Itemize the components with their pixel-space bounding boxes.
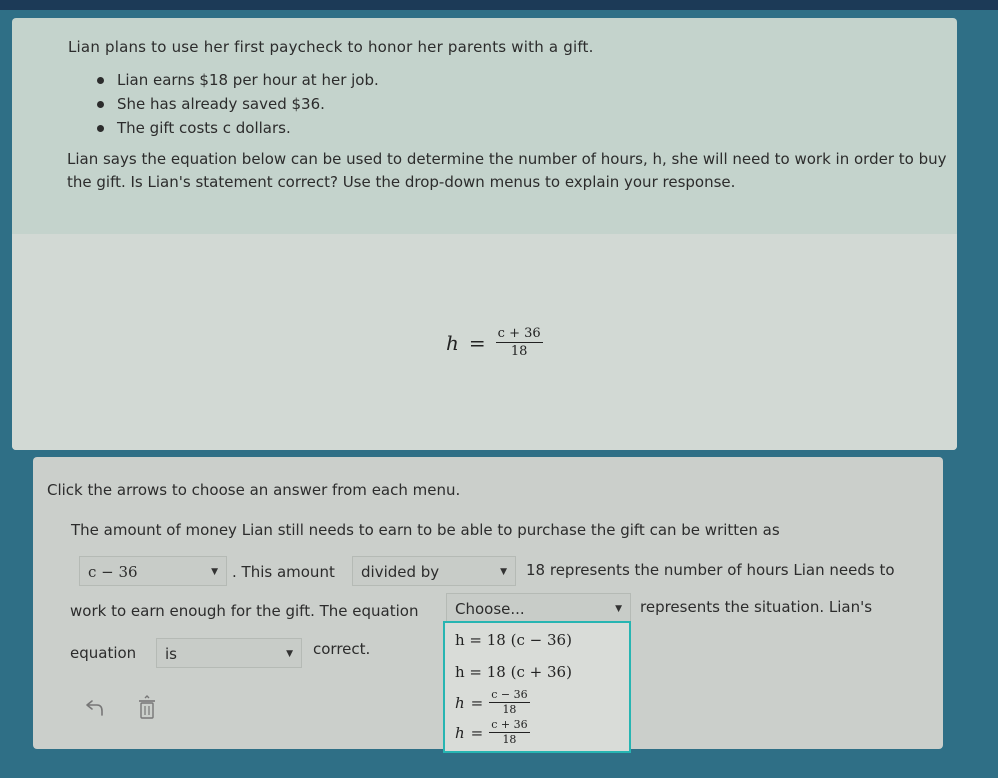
answer-text: 18 represents the number of hours Lian n… xyxy=(526,561,895,579)
option-item[interactable]: h = 18 (c − 36) xyxy=(455,631,572,649)
answer-text: . This amount xyxy=(232,563,335,581)
answer-instruction: Click the arrows to choose an answer fro… xyxy=(47,481,461,499)
operation-dropdown[interactable]: divided by ▼ xyxy=(352,556,516,586)
question-intro: Lian plans to use her first paycheck to … xyxy=(68,38,594,56)
question-card: Lian plans to use her first paycheck to … xyxy=(12,18,957,450)
correctness-dropdown[interactable]: is ▼ xyxy=(156,638,302,668)
caret-down-icon: ▼ xyxy=(615,604,622,614)
equation-panel: h = c + 36 18 xyxy=(12,234,957,450)
option-item[interactable]: h = c + 36 18 xyxy=(455,719,530,746)
equation-denominator: 18 xyxy=(510,344,528,359)
answer-text: represents the situation. Lian's xyxy=(640,598,873,616)
option-item[interactable]: h = 18 (c + 36) xyxy=(455,663,572,681)
answer-line-1: The amount of money Lian still needs to … xyxy=(71,521,780,539)
equation-lhs: h xyxy=(446,330,459,355)
equation-options-list: h = 18 (c − 36) h = 18 (c + 36) h = c − … xyxy=(443,621,631,753)
equation-numerator: c + 36 xyxy=(495,326,543,343)
caret-down-icon: ▼ xyxy=(286,649,293,659)
answer-text: correct. xyxy=(313,640,371,658)
caret-down-icon: ▼ xyxy=(500,567,507,577)
equation-dropdown[interactable]: Choose... ▼ xyxy=(446,593,631,623)
trash-icon[interactable] xyxy=(137,695,157,725)
top-bar xyxy=(0,0,998,10)
equation-fraction: c + 36 18 xyxy=(495,326,543,359)
dropdown-value: is xyxy=(165,645,177,663)
question-prompt: Lian says the equation below can be used… xyxy=(67,150,947,191)
equation-equals: = xyxy=(468,330,486,355)
option-item[interactable]: h = c − 36 18 xyxy=(455,689,530,716)
dropdown-value: Choose... xyxy=(455,600,525,618)
answer-text: equation xyxy=(70,644,137,662)
caret-down-icon: ▼ xyxy=(211,567,218,577)
list-item: The gift costs c dollars. xyxy=(97,116,379,140)
dropdown-value: divided by xyxy=(361,563,440,581)
option-fraction: c − 36 18 xyxy=(489,688,530,716)
expression-dropdown[interactable]: c − 36 ▼ xyxy=(79,556,227,586)
list-item: Lian earns $18 per hour at her job. xyxy=(97,68,379,92)
answer-card: Click the arrows to choose an answer fro… xyxy=(33,457,943,753)
answer-text: work to earn enough for the gift. The eq… xyxy=(70,602,419,620)
given-equation: h = c + 36 18 xyxy=(446,326,543,359)
dropdown-value: c − 36 xyxy=(88,563,138,581)
option-fraction: c + 36 18 xyxy=(489,718,530,746)
given-facts-list: Lian earns $18 per hour at her job. She … xyxy=(97,68,379,140)
list-item: She has already saved $36. xyxy=(97,92,379,116)
undo-icon[interactable] xyxy=(83,699,105,721)
